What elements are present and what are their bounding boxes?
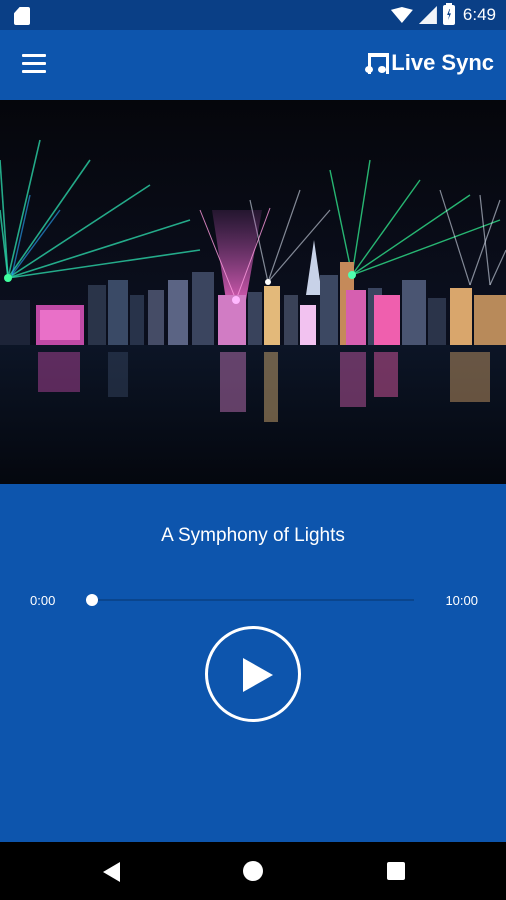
status-bar: 6:49 xyxy=(0,0,506,30)
hamburger-menu-icon[interactable] xyxy=(22,54,46,74)
signal-icon xyxy=(418,6,437,24)
sd-card-icon xyxy=(14,7,30,25)
seek-thumb[interactable] xyxy=(86,594,98,606)
recents-icon[interactable] xyxy=(387,862,405,880)
track-title: A Symphony of Lights xyxy=(161,525,345,546)
play-button[interactable] xyxy=(205,626,301,722)
city-skyline-light-show-image xyxy=(0,100,506,484)
live-sync-button[interactable]: Live Sync xyxy=(365,50,494,76)
hero-image xyxy=(0,100,506,484)
status-time: 6:49 xyxy=(462,5,496,24)
total-time: 10:00 xyxy=(445,593,478,608)
nav-bar xyxy=(0,842,506,900)
home-icon[interactable] xyxy=(243,861,263,881)
music-note-icon xyxy=(365,51,390,75)
app-bar: Live Sync xyxy=(0,30,506,100)
status-icons: 6:49 xyxy=(390,3,496,25)
current-time: 0:00 xyxy=(30,593,56,608)
wifi-icon xyxy=(390,7,413,23)
battery-charging-icon xyxy=(442,3,455,25)
seek-bar[interactable] xyxy=(92,599,414,601)
live-sync-label: Live Sync xyxy=(391,50,494,75)
back-icon[interactable] xyxy=(103,862,120,882)
